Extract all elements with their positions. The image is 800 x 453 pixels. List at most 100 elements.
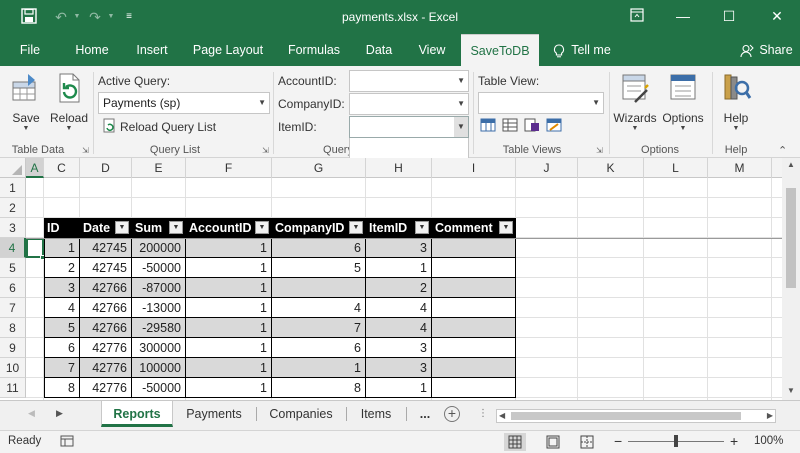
column-header[interactable]: D	[80, 158, 132, 178]
table-cell-companyid[interactable]: 7	[272, 318, 366, 338]
table-cell-sum[interactable]: -87000	[132, 278, 186, 298]
sheet-tab-payments[interactable]: Payments	[176, 401, 252, 427]
table-cell-companyid[interactable]: 4	[272, 298, 366, 318]
row-header[interactable]: 11	[0, 378, 26, 398]
filter-dropdown-icon[interactable]: ▼	[349, 221, 363, 234]
table-header-sum[interactable]: Sum ▼	[132, 218, 186, 238]
share-button[interactable]: Share	[758, 34, 794, 66]
scroll-down-icon[interactable]: ▼	[787, 386, 795, 395]
dialog-launcher-icon[interactable]: ⇲	[596, 146, 603, 155]
sheet-tab-reports[interactable]: Reports	[101, 401, 173, 427]
column-header[interactable]: I	[432, 158, 516, 178]
table-cell-comment[interactable]	[432, 238, 516, 258]
column-header[interactable]: C	[44, 158, 80, 178]
table-cell-sum[interactable]: -13000	[132, 298, 186, 318]
column-header[interactable]: F	[186, 158, 272, 178]
table-cell-itemid[interactable]: 1	[366, 378, 432, 398]
row-header[interactable]: 8	[0, 318, 26, 338]
table-cell-accountid[interactable]: 1	[186, 278, 272, 298]
table-cell-itemid[interactable]: 3	[366, 358, 432, 378]
table-cell-companyid[interactable]	[272, 278, 366, 298]
table-view-icon[interactable]	[502, 118, 520, 134]
table-cell-companyid[interactable]: 6	[272, 238, 366, 258]
column-header[interactable]: J	[516, 158, 578, 178]
table-cell-accountid[interactable]: 1	[186, 238, 272, 258]
table-view-combo[interactable]: ▼	[478, 92, 604, 114]
row-header[interactable]: 2	[0, 198, 26, 218]
table-cell-comment[interactable]	[432, 318, 516, 338]
table-cell-date[interactable]: 42766	[80, 278, 132, 298]
filter-dropdown-icon[interactable]: ▼	[255, 221, 269, 234]
column-header[interactable]: H	[366, 158, 432, 178]
table-cell-companyid[interactable]: 8	[272, 378, 366, 398]
row-header[interactable]: 9	[0, 338, 26, 358]
save-button[interactable]: Save ▼	[6, 72, 46, 132]
wizards-button[interactable]: Wizards ▼	[612, 72, 658, 132]
tab-data[interactable]: Data	[358, 34, 400, 66]
table-cell-date[interactable]: 42776	[80, 378, 132, 398]
normal-view-icon[interactable]	[504, 433, 526, 451]
table-cell-comment[interactable]	[432, 298, 516, 318]
vertical-scrollbar[interactable]: ▲ ▼	[782, 158, 800, 400]
reload-query-list-button[interactable]: Reload Query List	[120, 120, 216, 134]
table-cell-id[interactable]: 1	[44, 238, 80, 258]
dialog-launcher-icon[interactable]: ⇲	[262, 146, 269, 155]
horizontal-scroll-thumb[interactable]	[511, 412, 741, 420]
tab-view[interactable]: View	[410, 34, 454, 66]
scroll-right-icon[interactable]: ▶	[767, 411, 773, 420]
table-cell-date[interactable]: 42766	[80, 318, 132, 338]
select-all-corner[interactable]	[0, 158, 26, 178]
table-cell-companyid[interactable]: 6	[272, 338, 366, 358]
dialog-launcher-icon[interactable]: ⇲	[82, 146, 89, 155]
tab-insert[interactable]: Insert	[128, 34, 176, 66]
table-header-accountid[interactable]: AccountID ▼	[186, 218, 272, 238]
table-cell-accountid[interactable]: 1	[186, 338, 272, 358]
filter-dropdown-icon[interactable]: ▼	[499, 221, 513, 234]
scroll-left-icon[interactable]: ◀	[499, 411, 505, 420]
table-cell-comment[interactable]	[432, 358, 516, 378]
column-header[interactable]: K	[578, 158, 644, 178]
share-icon[interactable]	[738, 34, 756, 66]
options-button[interactable]: Options ▼	[660, 72, 706, 132]
page-layout-view-icon[interactable]	[546, 435, 560, 452]
horizontal-scrollbar[interactable]: ◀ ▶	[496, 409, 776, 423]
zoom-in-button[interactable]: +	[730, 433, 738, 449]
table-cell-comment[interactable]	[432, 338, 516, 358]
table-cell-date[interactable]: 42776	[80, 338, 132, 358]
filter-dropdown-icon[interactable]: ▼	[169, 221, 183, 234]
table-cell-sum[interactable]: -29580	[132, 318, 186, 338]
scroll-up-icon[interactable]: ▲	[787, 160, 795, 169]
worksheet-grid[interactable]: ID Date ▼ Sum ▼ AccountID ▼ CompanyID ▼ Item…	[26, 178, 782, 400]
help-button[interactable]: Help ▼	[716, 72, 756, 132]
table-cell-id[interactable]: 5	[44, 318, 80, 338]
account-id-combo[interactable]: ▼	[349, 70, 469, 92]
add-sheet-icon[interactable]: +	[444, 406, 460, 422]
row-header[interactable]: 10	[0, 358, 26, 378]
sheet-tab-companies[interactable]: Companies	[260, 401, 342, 427]
item-id-combo[interactable]: ▼	[349, 116, 469, 138]
table-cell-companyid[interactable]: 5	[272, 258, 366, 278]
edit-view-icon[interactable]	[546, 118, 564, 134]
company-id-combo[interactable]: ▼	[349, 93, 469, 115]
row-header[interactable]: 6	[0, 278, 26, 298]
table-cell-itemid[interactable]: 3	[366, 238, 432, 258]
row-header[interactable]: 4	[0, 238, 26, 258]
ribbon-display-icon[interactable]	[628, 8, 646, 26]
table-cell-id[interactable]: 7	[44, 358, 80, 378]
row-header[interactable]: 3	[0, 218, 26, 238]
column-header[interactable]: L	[644, 158, 708, 178]
zoom-level[interactable]: 100%	[754, 435, 783, 447]
tab-page-layout[interactable]: Page Layout	[188, 34, 268, 66]
table-cell-itemid[interactable]: 1	[366, 258, 432, 278]
column-header[interactable]: A	[26, 158, 44, 178]
table-header-companyid[interactable]: CompanyID ▼	[272, 218, 366, 238]
table-cell-sum[interactable]: -50000	[132, 378, 186, 398]
table-cell-id[interactable]: 6	[44, 338, 80, 358]
table-cell-comment[interactable]	[432, 258, 516, 278]
row-header[interactable]: 5	[0, 258, 26, 278]
minimize-button[interactable]: —	[660, 0, 706, 34]
maximize-button[interactable]: ☐	[706, 0, 752, 34]
table-cell-sum[interactable]: 100000	[132, 358, 186, 378]
filter-dropdown-icon[interactable]: ▼	[415, 221, 429, 234]
reload-button[interactable]: Reload ▼	[48, 72, 90, 132]
